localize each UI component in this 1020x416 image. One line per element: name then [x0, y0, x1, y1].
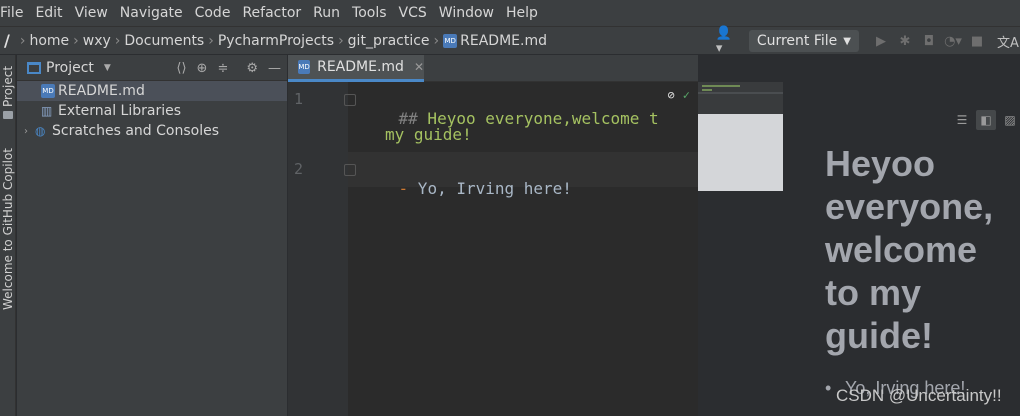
minimap-viewport[interactable] — [698, 114, 783, 191]
tree-item-label: README.md — [58, 83, 145, 99]
copilot-tool-tab[interactable]: Welcome to GitHub Copilot — [0, 145, 16, 315]
breadcrumb-wxy[interactable]: wxy — [83, 33, 111, 49]
breadcrumb-pycharmprojects[interactable]: PycharmProjects — [218, 33, 334, 49]
menu-navigate[interactable]: Navigate — [114, 0, 189, 26]
run-configuration-select[interactable]: Current File ▼ — [748, 30, 859, 52]
editor-gutter — [288, 82, 348, 416]
chevron-down-icon[interactable]: ▼ — [104, 63, 111, 73]
user-icon[interactable]: 👤▾ — [716, 26, 738, 56]
chevron-right-icon: › — [338, 32, 344, 49]
coverage-icon[interactable]: ◘ — [918, 30, 940, 52]
menu-code[interactable]: Code — [189, 0, 237, 26]
chevron-right-icon: › — [19, 32, 26, 49]
project-panel-title[interactable]: Project — [46, 60, 94, 76]
chevron-right-icon: › — [114, 32, 121, 49]
line-number: 1 — [294, 90, 304, 108]
project-tool-tab[interactable]: Project — [0, 59, 16, 113]
list-text: Yo, Irving here! — [408, 179, 572, 198]
gear-icon[interactable]: ⚙ — [246, 61, 258, 76]
breadcrumb: / › home › wxy › Documents › PycharmProj… — [0, 31, 547, 50]
run-configuration-label: Current File — [756, 33, 838, 49]
editor-status-icons: ⊘ ✓ — [668, 88, 690, 102]
breadcrumb-readme[interactable]: MD README.md — [443, 33, 547, 49]
list-bullet-marker: - — [398, 179, 409, 198]
folder-icon — [3, 111, 13, 119]
menu-window[interactable]: Window — [433, 0, 500, 26]
menu-vcs[interactable]: VCS — [393, 0, 433, 26]
preview-layout-tools: ☰ ◧ ▨ — [952, 110, 1020, 130]
tree-item-scratches[interactable]: › ◍ Scratches and Consoles — [17, 121, 287, 141]
close-icon[interactable]: ✕ — [414, 60, 424, 74]
markdown-file-icon: MD — [298, 60, 311, 74]
line-number: 2 — [294, 160, 304, 178]
root-folder-icon[interactable]: / — [4, 31, 10, 50]
menu-edit[interactable]: Edit — [29, 0, 68, 26]
locate-icon[interactable]: ⊕ — [197, 61, 208, 76]
left-tool-stripe: Project Welcome to GitHub Copilot — [0, 55, 16, 416]
preview-only-icon[interactable]: ▨ — [1000, 110, 1020, 130]
breadcrumb-home[interactable]: home — [29, 33, 69, 49]
breadcrumb-git-practice[interactable]: git_practice — [348, 33, 430, 49]
tab-label: README.md — [317, 59, 404, 75]
fold-marker-icon[interactable] — [344, 164, 356, 176]
profile-icon[interactable]: ◔▾ — [942, 30, 964, 52]
expand-collapse-icon[interactable]: ≑ — [217, 61, 228, 76]
code-line-2: - Yo, Irving here! — [360, 160, 572, 217]
project-panel-tools: ⟨⟩ ⊕ ≑ ⚙ — — [176, 55, 281, 81]
chevron-right-icon: › — [73, 32, 79, 49]
code-line-1-wrap: my guide! — [385, 125, 472, 144]
chevron-down-icon: ▼ — [843, 35, 851, 47]
breadcrumb-readme-label: README.md — [460, 32, 547, 49]
hide-icon[interactable]: — — [268, 61, 281, 76]
editor-tab-bar: MD README.md ✕ — [288, 55, 698, 82]
project-panel: Project ▼ ⟨⟩ ⊕ ≑ ⚙ — MD README.md ▥ Exte… — [17, 55, 287, 416]
scratches-icon: ◍ — [35, 124, 46, 138]
watermark: CSDN @Uncertainty!! — [836, 386, 1002, 405]
tab-readme[interactable]: MD README.md ✕ — [288, 55, 424, 82]
minimap-line — [702, 85, 740, 87]
toolbar-right: 👤▾ Current File ▼ ▶ ✱ ◘ ◔▾ ■ 文A — [715, 26, 1020, 56]
libraries-icon: ▥ — [41, 104, 53, 118]
debug-icon[interactable]: ✱ — [894, 30, 916, 52]
eye-crossed-icon[interactable]: ⊘ — [668, 88, 675, 102]
code-editor[interactable]: 1 ## Heyoo everyone,welcome t my guide! … — [288, 82, 698, 416]
minimap-code-area — [698, 82, 783, 114]
tree-item-label: Scratches and Consoles — [52, 123, 219, 139]
menu-bar: File Edit View Navigate Code Refactor Ru… — [0, 0, 1020, 26]
chevron-right-icon: › — [433, 32, 440, 49]
menu-help[interactable]: Help — [500, 0, 544, 26]
translate-icon[interactable]: 文A — [997, 30, 1019, 52]
run-icon[interactable]: ▶ — [870, 30, 892, 52]
collapse-all-icon[interactable]: ⟨⟩ — [176, 61, 186, 76]
menu-tools[interactable]: Tools — [346, 0, 393, 26]
markdown-preview: ☰ ◧ ▨ Heyoo everyone, welcome to my guid… — [783, 82, 1020, 416]
minimap[interactable] — [698, 82, 783, 191]
check-icon[interactable]: ✓ — [683, 88, 690, 102]
breadcrumb-documents[interactable]: Documents — [124, 33, 204, 49]
markdown-file-icon: MD — [41, 84, 55, 98]
tree-item-external-libraries[interactable]: ▥ External Libraries — [17, 101, 287, 121]
fold-marker-icon[interactable] — [344, 94, 356, 106]
chevron-right-icon[interactable]: › — [17, 126, 35, 137]
project-window-icon — [27, 61, 41, 74]
copilot-tool-tab-label: Welcome to GitHub Copilot — [1, 147, 15, 310]
menu-view[interactable]: View — [69, 0, 114, 26]
preview-heading: Heyoo everyone, welcome to my guide! — [825, 143, 994, 356]
split-view-icon[interactable]: ◧ — [976, 110, 996, 130]
editor-only-icon[interactable]: ☰ — [952, 110, 972, 130]
markdown-file-icon: MD — [443, 33, 458, 48]
chevron-right-icon: › — [208, 32, 214, 49]
tree-item-label: External Libraries — [58, 103, 181, 119]
navigation-bar: / › home › wxy › Documents › PycharmProj… — [0, 26, 1020, 56]
project-tool-tab-label: Project — [1, 65, 15, 107]
project-panel-header: Project ▼ ⟨⟩ ⊕ ≑ ⚙ — — [17, 55, 287, 81]
tree-item-readme[interactable]: MD README.md — [17, 81, 287, 101]
stop-icon[interactable]: ■ — [966, 30, 988, 52]
minimap-line — [702, 89, 712, 91]
menu-run[interactable]: Run — [307, 0, 346, 26]
menu-refactor[interactable]: Refactor — [236, 0, 307, 26]
menu-file[interactable]: File — [0, 0, 29, 26]
minimap-line — [698, 92, 783, 94]
